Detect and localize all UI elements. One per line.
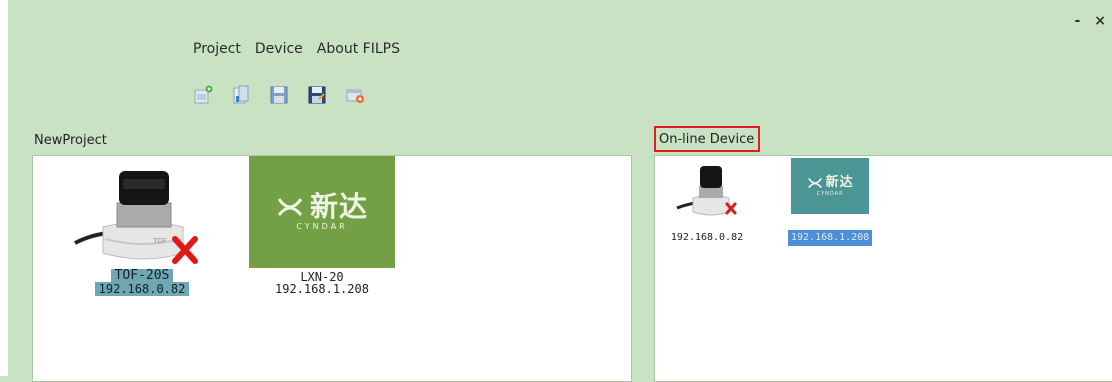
menu-device[interactable]: Device: [255, 41, 303, 57]
logo-text: 新达: [825, 174, 854, 190]
project-panel: TOF TOF-20S 192.168.0.82 新达 CYNDAR LXN-2…: [32, 155, 632, 382]
online-device-2[interactable]: 新达 CYNDAR 192.168.1.208: [788, 158, 873, 246]
menu-project[interactable]: Project: [193, 41, 241, 57]
cyndar-logo: 新达 CYNDAR: [249, 156, 395, 268]
app-window: - × Project Device About FILPS NewProjec…: [0, 0, 1112, 382]
save-icon[interactable]: [268, 84, 290, 106]
online-panel-title: On-line Device: [654, 126, 761, 152]
project-device-lxn20[interactable]: 新达 CYNDAR LXN-20 192.168.1.208: [249, 156, 395, 295]
add-device-icon[interactable]: [344, 84, 366, 106]
device-ip-label: 192.168.1.208: [788, 230, 873, 246]
online-device-panel: 192.168.0.82 新达 CYNDAR 192.168.1.208: [654, 155, 1112, 382]
svg-text:TOF: TOF: [152, 237, 167, 245]
cyndar-logo-icon: [807, 177, 822, 188]
project-device-tof20s[interactable]: TOF TOF-20S 192.168.0.82: [67, 161, 217, 296]
project-panel-title: NewProject: [34, 133, 107, 148]
open-file-icon[interactable]: [230, 84, 252, 106]
cyndar-logo-icon: [277, 198, 303, 216]
minimize-button[interactable]: -: [1074, 14, 1080, 28]
toolbar: [192, 84, 366, 106]
menu-about[interactable]: About FILPS: [317, 41, 400, 57]
logo-subtext: CYNDAR: [816, 190, 844, 197]
device-model-label: TOF-20S: [110, 269, 174, 282]
menu-bar: Project Device About FILPS: [193, 41, 400, 57]
online-device-1[interactable]: 192.168.0.82: [667, 162, 747, 244]
save-as-icon[interactable]: [306, 84, 328, 106]
window-edge: [0, 0, 8, 376]
device-ip-label: 192.168.0.82: [94, 282, 190, 296]
lidar-device-icon: TOF: [74, 171, 198, 264]
cyndar-logo: 新达 CYNDAR: [791, 158, 870, 214]
logo-subtext: CYNDAR: [296, 222, 348, 231]
device-ip-label: 192.168.1.208: [275, 282, 369, 296]
lidar-device-icon: [676, 166, 737, 216]
logo-text: 新达: [309, 190, 368, 223]
new-project-icon[interactable]: [192, 84, 214, 106]
device-ip-label: 192.168.0.82: [670, 232, 744, 243]
close-button[interactable]: ×: [1094, 14, 1106, 28]
window-controls: - ×: [1074, 14, 1106, 28]
